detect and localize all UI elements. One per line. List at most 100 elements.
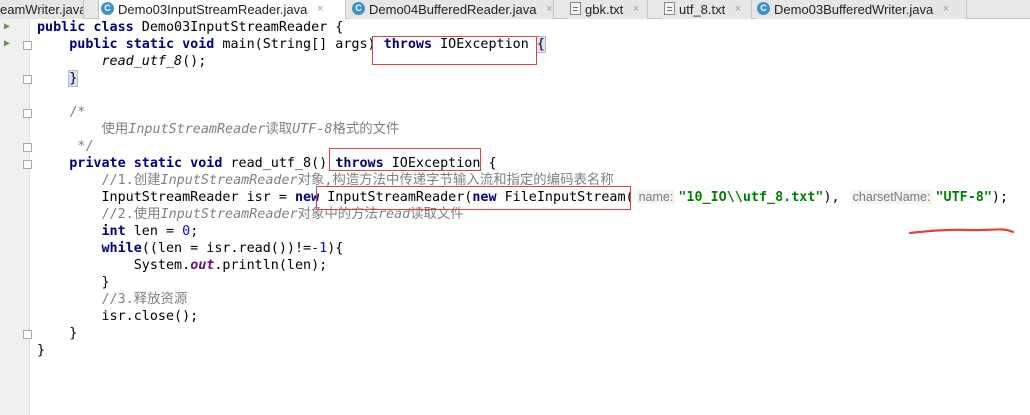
code-text-span: InputStreamReader isr = — [101, 190, 295, 205]
fold-marker-icon[interactable] — [23, 330, 32, 339]
text-file-icon — [664, 2, 675, 16]
tab-label: eamWriter.java — [0, 2, 84, 18]
code-text-span: } — [101, 275, 110, 290]
keyword: throws — [335, 156, 384, 171]
tab-demo04-buffered-reader[interactable]: C Demo04BufferedReader.java × — [350, 0, 554, 19]
comment: UTF-8 — [292, 122, 333, 137]
comment: InputStreamReader — [128, 122, 266, 137]
code-text-span: ){ — [327, 241, 344, 256]
keyword: new — [472, 190, 497, 205]
code-text-span: ((len = isr.read())!= — [141, 241, 312, 256]
code-text-span: } — [37, 343, 46, 358]
comment: */ — [69, 139, 94, 154]
comment: InputStreamReader — [160, 173, 298, 188]
code-line: public static void main(String[] args) t… — [37, 36, 1027, 53]
fold-marker-icon[interactable] — [23, 143, 32, 152]
code-line: read_utf_8(); — [37, 53, 1027, 70]
keyword: while — [101, 241, 142, 256]
code-line: */ — [37, 138, 1027, 155]
code-line: System.out.println(len); — [37, 257, 1027, 274]
tab-label: Demo03InputStreamReader.java — [118, 2, 308, 18]
close-icon[interactable]: × — [546, 1, 552, 18]
code-line: 使用InputStreamReader读取UTF-8格式的文件 — [37, 121, 1027, 138]
keyword: public static void — [69, 37, 215, 52]
close-icon[interactable]: × — [317, 1, 323, 18]
code-text-span: ; — [190, 224, 199, 239]
brace-match: { — [535, 36, 546, 53]
tab-utf8-txt[interactable]: utf_8.txt × — [662, 0, 752, 19]
comment: 使用 — [101, 122, 129, 137]
tab-label: Demo04BufferedReader.java — [369, 2, 537, 18]
code-line: //2.使用InputStreamReader对象中的方法read读取文件 — [37, 206, 1027, 223]
number-literal: 0 — [182, 224, 191, 239]
number-literal: -1 — [311, 241, 328, 256]
comment: 格式的文件 — [332, 122, 400, 137]
code-text-span: isr.close(); — [101, 309, 199, 324]
method-signature: read_utf_8() — [222, 156, 336, 171]
comment: //3.释放资源 — [101, 292, 188, 307]
code-text-span: ); — [991, 190, 1009, 205]
code-line: /* — [37, 104, 1027, 121]
tab-demo-writer[interactable]: eamWriter.java × — [0, 0, 84, 19]
tab-gbk-txt[interactable]: gbk.txt × — [568, 0, 648, 19]
tab-demo03-input-stream-reader[interactable]: C Demo03InputStreamReader.java × — [98, 0, 346, 20]
tab-label: gbk.txt — [585, 2, 624, 18]
tab-demo03-buffered-writer[interactable]: C Demo03BufferedWriter.java × — [755, 0, 967, 19]
code-text-span: ), — [823, 190, 848, 205]
code-text-span: FileInputStream( — [496, 190, 634, 205]
parameter-hint: name: — [636, 190, 676, 204]
code-line: private static void read_utf_8() throws … — [37, 155, 1027, 172]
java-class-icon: C — [101, 2, 114, 16]
code-editor[interactable]: ▶ ▶ public class Demo03InputStreamReader… — [0, 19, 1030, 415]
keyword: int — [101, 224, 126, 239]
brace-match: } — [68, 70, 79, 87]
code-line: while((len = isr.read())!=-1){ — [37, 240, 1027, 257]
keyword: throws — [383, 37, 433, 52]
close-icon[interactable]: × — [735, 1, 741, 18]
code-text-span: System. — [133, 258, 191, 273]
code-line: //3.释放资源 — [37, 291, 1027, 308]
comment: 读取文件 — [410, 207, 464, 222]
method-call: read_utf_8 — [101, 54, 183, 69]
code-line: //1.创建InputStreamReader对象,构造方法中传递字节输入流和指… — [37, 172, 1027, 189]
code-text-span: } — [69, 326, 78, 341]
run-class-icon[interactable]: ▶ — [4, 21, 10, 32]
run-method-icon[interactable]: ▶ — [4, 38, 10, 49]
parameter-hint: charsetName: — [850, 190, 933, 204]
code-line: } — [37, 70, 1027, 87]
keyword: private static void — [69, 156, 223, 171]
fold-marker-icon[interactable] — [23, 109, 32, 118]
close-icon[interactable]: × — [943, 1, 949, 18]
comment: 读取 — [265, 122, 293, 137]
keyword: public class — [37, 20, 134, 35]
comment: //1.创建 — [101, 173, 161, 188]
comment: //2.使用 — [101, 207, 161, 222]
code-line: int len = 0; — [37, 223, 1027, 240]
comment: read — [377, 207, 411, 222]
exception-type: IOException — [432, 37, 537, 52]
fold-marker-icon[interactable] — [23, 41, 32, 50]
editor-tab-bar: eamWriter.java × C Demo03InputStreamReade… — [0, 0, 1030, 20]
comment: /* — [69, 105, 86, 120]
fold-marker-icon[interactable] — [23, 75, 32, 84]
method-signature: main(String[] args) — [214, 37, 384, 52]
java-class-icon: C — [352, 2, 365, 16]
text-caret — [77, 70, 79, 85]
static-field: out — [190, 258, 215, 273]
code-line: } — [37, 325, 1027, 342]
tab-label: Demo03BufferedWriter.java — [774, 2, 934, 18]
code-line: isr.close(); — [37, 308, 1027, 325]
code-line: InputStreamReader isr = new InputStreamR… — [37, 189, 1027, 206]
fold-marker-icon[interactable] — [23, 160, 32, 169]
editor-gutter: ▶ ▶ — [0, 19, 32, 415]
annotation-underline — [908, 228, 1015, 235]
class-name: Demo03InputStreamReader { — [133, 20, 344, 35]
code-text[interactable]: public class Demo03InputStreamReader { p… — [37, 19, 1027, 359]
close-icon[interactable]: × — [633, 1, 639, 18]
code-text-span: len = — [125, 224, 183, 239]
code-line: } — [37, 274, 1027, 291]
exception-type: IOException { — [383, 156, 497, 171]
string-literal: "10_IO\\utf_8.txt" — [678, 190, 824, 205]
tab-label: utf_8.txt — [679, 2, 726, 18]
